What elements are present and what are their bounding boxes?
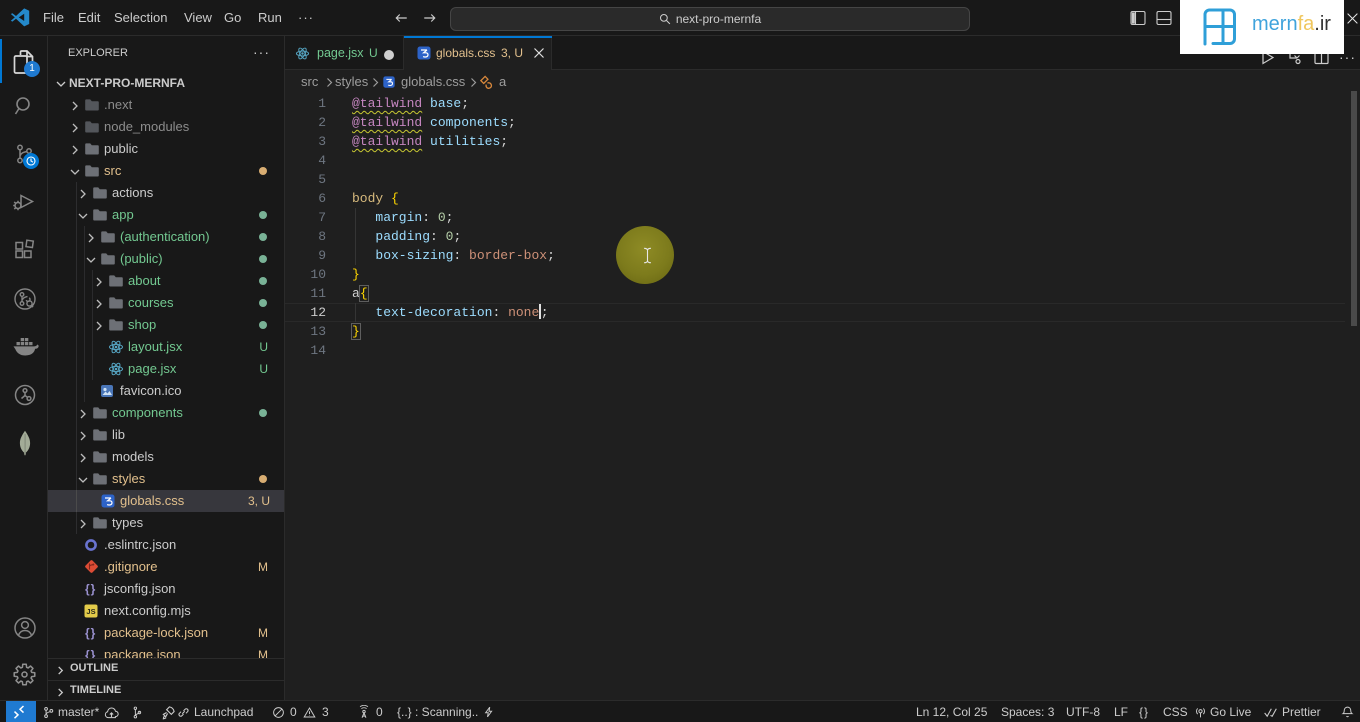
svg-text:JS: JS — [86, 607, 95, 616]
